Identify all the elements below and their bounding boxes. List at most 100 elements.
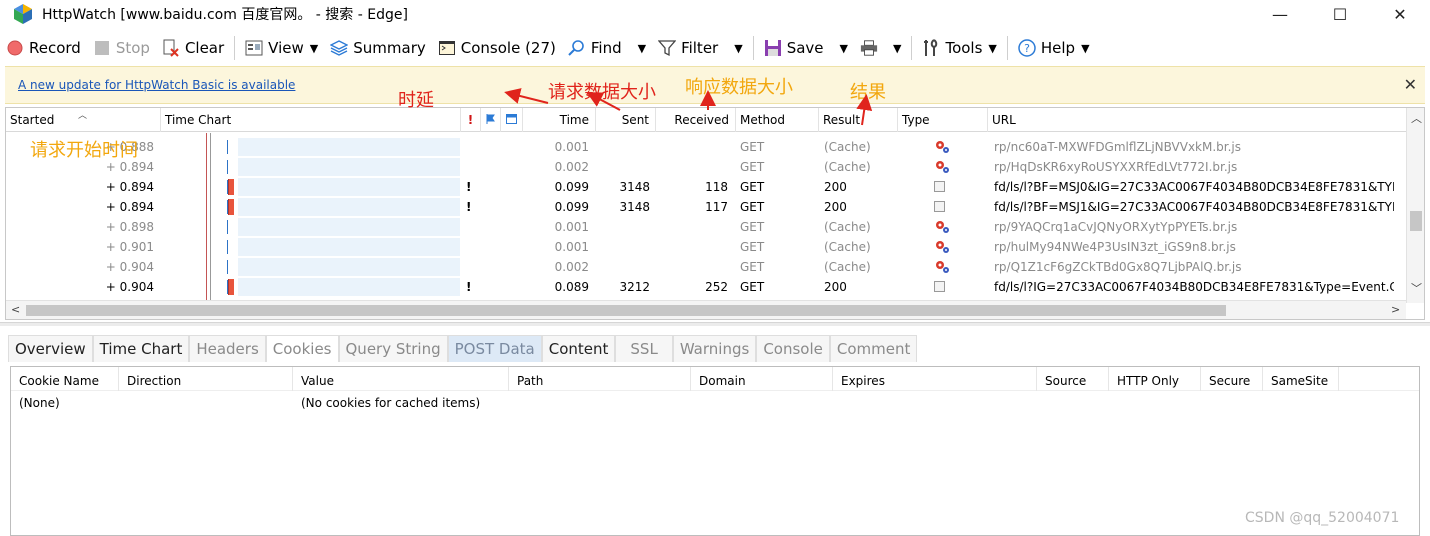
tab-overview[interactable]: Overview	[8, 335, 93, 362]
table-row[interactable]: + 0.894 0.099 3148 117 GET 200 fd/ls/l?BF=MSJ1…	[6, 197, 1406, 217]
stop-button[interactable]: Stop	[87, 33, 156, 63]
scroll-right-icon[interactable]: >	[1391, 303, 1400, 316]
chevron-down-icon[interactable]: ▼	[840, 42, 848, 55]
time-chart-track	[238, 218, 460, 236]
tab-post-data[interactable]: POST Data	[447, 335, 542, 362]
console-button[interactable]: Console (27)	[432, 33, 562, 63]
horizontal-scroll-thumb[interactable]	[26, 305, 1226, 316]
record-label: Record	[29, 39, 81, 57]
cookie-column-expires[interactable]: Expires	[833, 367, 1037, 391]
cell-result: (Cache)	[824, 220, 871, 234]
table-row[interactable]: + 0.894 0.099 3148 118 GET 200 fd/ls/l?BF=MSJ0…	[6, 177, 1406, 197]
cookie-column-domain[interactable]: Domain	[691, 367, 833, 391]
cookie-column-cookie-name[interactable]: Cookie Name	[11, 367, 119, 391]
column-header-time[interactable]: Time	[523, 108, 596, 132]
cell-time: 0.001	[554, 240, 589, 254]
scroll-down-icon[interactable]: ﹀	[1411, 280, 1422, 296]
annotation-start-time: 请求开始时间	[30, 140, 138, 161]
annotation-response-size: 响应数据大小	[685, 77, 793, 98]
column-header-started[interactable]: Started ︿	[6, 108, 161, 132]
column-header-method[interactable]: Method	[736, 108, 819, 132]
table-row[interactable]: + 0.898 0.001 GET (Cache) rp/9YAQCrq1aCvJQNy…	[6, 217, 1406, 237]
warning-icon	[466, 137, 476, 157]
column-header-warnings[interactable]: !	[461, 108, 481, 132]
time-chart-track	[238, 198, 460, 216]
pane-splitter[interactable]	[0, 322, 1430, 326]
tab-headers[interactable]: Headers	[189, 335, 266, 362]
warning-icon	[466, 217, 476, 237]
close-window-button[interactable]: ✕	[1370, 0, 1430, 28]
save-button[interactable]: Save ▼	[758, 33, 854, 63]
annotation-latency: 时延	[398, 90, 434, 111]
chevron-down-icon[interactable]: ▼	[734, 42, 742, 55]
column-header-type[interactable]: Type	[898, 108, 988, 132]
cookie-column-http-only[interactable]: HTTP Only	[1109, 367, 1201, 391]
column-header-url[interactable]: URL	[988, 108, 1406, 132]
window-icon	[506, 114, 517, 124]
cookie-column-direction[interactable]: Direction	[119, 367, 293, 391]
time-chart-bar	[228, 199, 234, 215]
cell-result: (Cache)	[824, 140, 871, 154]
cookie-column-path[interactable]: Path	[509, 367, 691, 391]
scroll-up-icon[interactable]: ︿	[1411, 110, 1422, 126]
tab-query-string[interactable]: Query String	[338, 335, 448, 362]
close-notification-button[interactable]: ✕	[1404, 75, 1417, 94]
tab-warnings[interactable]: Warnings	[672, 335, 757, 362]
table-row[interactable]: + 0.904 0.089 3212 252 GET 200 fd/ls/l?IG=27C3…	[6, 277, 1406, 297]
column-header-flag[interactable]	[481, 108, 501, 132]
tab-ssl[interactable]: SSL	[615, 335, 673, 362]
chevron-down-icon[interactable]: ▼	[893, 42, 901, 55]
table-row[interactable]: + 0.901 0.001 GET (Cache) rp/hulMy94NWe4P3Us…	[6, 237, 1406, 257]
find-label: Find	[590, 39, 622, 57]
cache-gear-icon	[934, 217, 954, 237]
document-icon	[934, 277, 954, 297]
view-menu-button[interactable]: View ▼	[239, 33, 324, 63]
tools-menu-button[interactable]: Tools ▼	[916, 33, 1002, 63]
summary-button[interactable]: Summary	[324, 33, 432, 63]
time-chart-bar	[228, 179, 234, 195]
cell-received	[656, 157, 728, 177]
clear-label: Clear	[184, 39, 225, 57]
summary-label: Summary	[353, 39, 426, 57]
minimize-button[interactable]: —	[1250, 0, 1310, 28]
chevron-down-icon[interactable]: ▼	[638, 42, 646, 55]
filter-button[interactable]: Filter ▼	[652, 33, 749, 63]
horizontal-scrollbar[interactable]: < >	[6, 300, 1406, 319]
record-button[interactable]: Record	[0, 33, 87, 63]
scroll-left-icon[interactable]: <	[11, 303, 20, 316]
column-header-window[interactable]	[501, 108, 523, 132]
print-button[interactable]: ▼	[854, 33, 907, 63]
cookie-column-value[interactable]: Value	[293, 367, 509, 391]
vertical-scrollbar[interactable]: ︿ ﹀	[1406, 108, 1424, 303]
table-row[interactable]: + 0.904 0.002 GET (Cache) rp/Q1Z1cF6gZCkTBd0…	[6, 257, 1406, 277]
maximize-button[interactable]: ☐	[1310, 0, 1370, 28]
find-button[interactable]: Find ▼	[562, 33, 652, 63]
time-chart-start-tick	[227, 220, 228, 234]
column-header-received[interactable]: Received	[656, 108, 736, 132]
help-label: Help	[1040, 39, 1076, 57]
clear-button[interactable]: Clear	[156, 33, 230, 63]
vertical-scroll-thumb[interactable]	[1410, 211, 1422, 231]
tab-time-chart[interactable]: Time Chart	[92, 335, 190, 362]
help-menu-button[interactable]: ? Help ▼	[1012, 33, 1096, 63]
cell-time: 0.089	[554, 280, 589, 294]
column-header-sent[interactable]: Sent	[596, 108, 656, 132]
tab-console[interactable]: Console	[756, 335, 830, 362]
cookie-column-samesite[interactable]: SameSite	[1263, 367, 1339, 391]
cookie-column-secure[interactable]: Secure	[1201, 367, 1263, 391]
table-row[interactable]: + 0.894 0.002 GET (Cache) rp/HqDsKR6xyRoUSYX…	[6, 157, 1406, 177]
column-header-result[interactable]: Result	[819, 108, 898, 132]
cell-started: + 0.894	[105, 200, 154, 214]
tab-cookies[interactable]: Cookies	[265, 335, 339, 362]
tab-comment[interactable]: Comment	[829, 335, 918, 362]
cookie-name-cell: (None)	[19, 396, 60, 410]
stop-label: Stop	[115, 39, 150, 57]
cookie-column-source[interactable]: Source	[1037, 367, 1109, 391]
tab-content[interactable]: Content	[541, 335, 616, 362]
cell-method: GET	[740, 140, 765, 154]
update-available-link[interactable]: A new update for HttpWatch Basic is avai…	[18, 78, 295, 92]
time-chart-track	[238, 238, 460, 256]
warning-icon: !	[466, 180, 472, 194]
table-row[interactable]: + 0.888 0.001 GET (Cache) rp/nc60aT-MXWFDGml…	[6, 137, 1406, 157]
cell-result: (Cache)	[824, 260, 871, 274]
